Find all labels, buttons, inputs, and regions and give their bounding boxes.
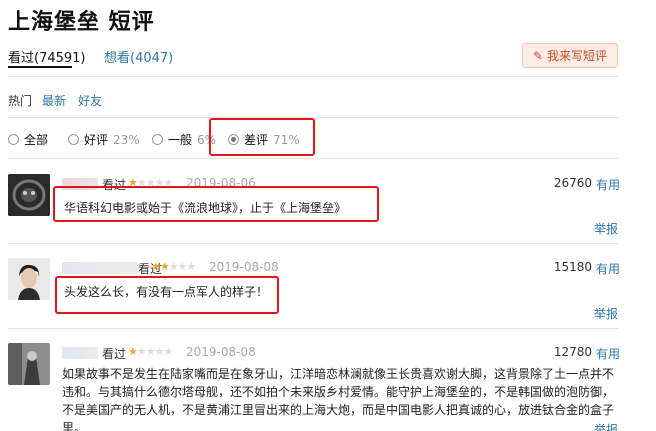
sort-latest[interactable]: 最新 (42, 92, 66, 109)
filter-all[interactable]: 全部 (8, 131, 48, 148)
highlight-box-comment-2 (55, 276, 279, 314)
vote-count: 26760 (553, 176, 592, 190)
comment-divider (8, 328, 618, 329)
filter-good-label: 好评 (84, 133, 109, 147)
username-blurred[interactable] (62, 347, 98, 359)
report-button[interactable]: 举报 (594, 220, 618, 237)
comment-date: 2019-08-08 (186, 345, 256, 359)
tab-want-to-watch[interactable]: 想看(4047) (104, 47, 173, 66)
report-button[interactable]: 举报 (594, 421, 618, 431)
radio-all[interactable] (8, 134, 19, 145)
filter-neutral-label: 一般 (168, 133, 193, 147)
comment-date: 2019-08-08 (209, 260, 279, 274)
filter-good[interactable]: 好评 23% (68, 131, 140, 148)
radio-good[interactable] (68, 134, 79, 145)
pencil-icon: ✎ (532, 48, 544, 63)
write-review-button[interactable]: ✎ 我来写短评 (522, 43, 618, 68)
useful-button[interactable]: 有用 (596, 176, 620, 193)
filter-all-label: 全部 (24, 133, 49, 147)
useful-button[interactable]: 有用 (596, 260, 620, 277)
highlight-box-filter (209, 118, 315, 156)
username-blurred[interactable] (62, 262, 138, 274)
rating-stars: ★★★★★ (151, 260, 196, 273)
rating-stars: ★★★★★ (128, 345, 173, 358)
comment-divider (8, 243, 618, 244)
vote-count: 15180 (553, 260, 592, 274)
tab-watched[interactable]: 看过(74591) (8, 47, 86, 66)
write-review-label: 我来写短评 (547, 49, 608, 63)
vote-count: 12780 (553, 345, 592, 359)
avatar[interactable] (8, 258, 50, 300)
filter-neutral[interactable]: 一般 6% (152, 131, 216, 148)
useful-button[interactable]: 有用 (596, 345, 620, 362)
sort-friends[interactable]: 好友 (78, 92, 102, 109)
highlight-box-comment-1 (53, 186, 379, 222)
avatar[interactable] (8, 174, 50, 216)
tab-active-underline (8, 66, 72, 68)
sort-hot[interactable]: 热门 (8, 92, 32, 109)
filter-divider (8, 158, 618, 159)
report-button[interactable]: 举报 (594, 305, 618, 322)
comment-status: 看过 (102, 347, 127, 361)
radio-neutral[interactable] (152, 134, 163, 145)
header-divider (8, 76, 618, 77)
filter-good-pct: 23% (113, 132, 140, 147)
page-title: 上海堡垒 短评 (8, 10, 155, 35)
avatar[interactable] (8, 343, 50, 385)
comment-text: 如果故事不是发生在陆家嘴而是在象牙山，江洋暗恋林澜就像王长贵喜欢谢大脚，这背景除… (62, 367, 615, 431)
